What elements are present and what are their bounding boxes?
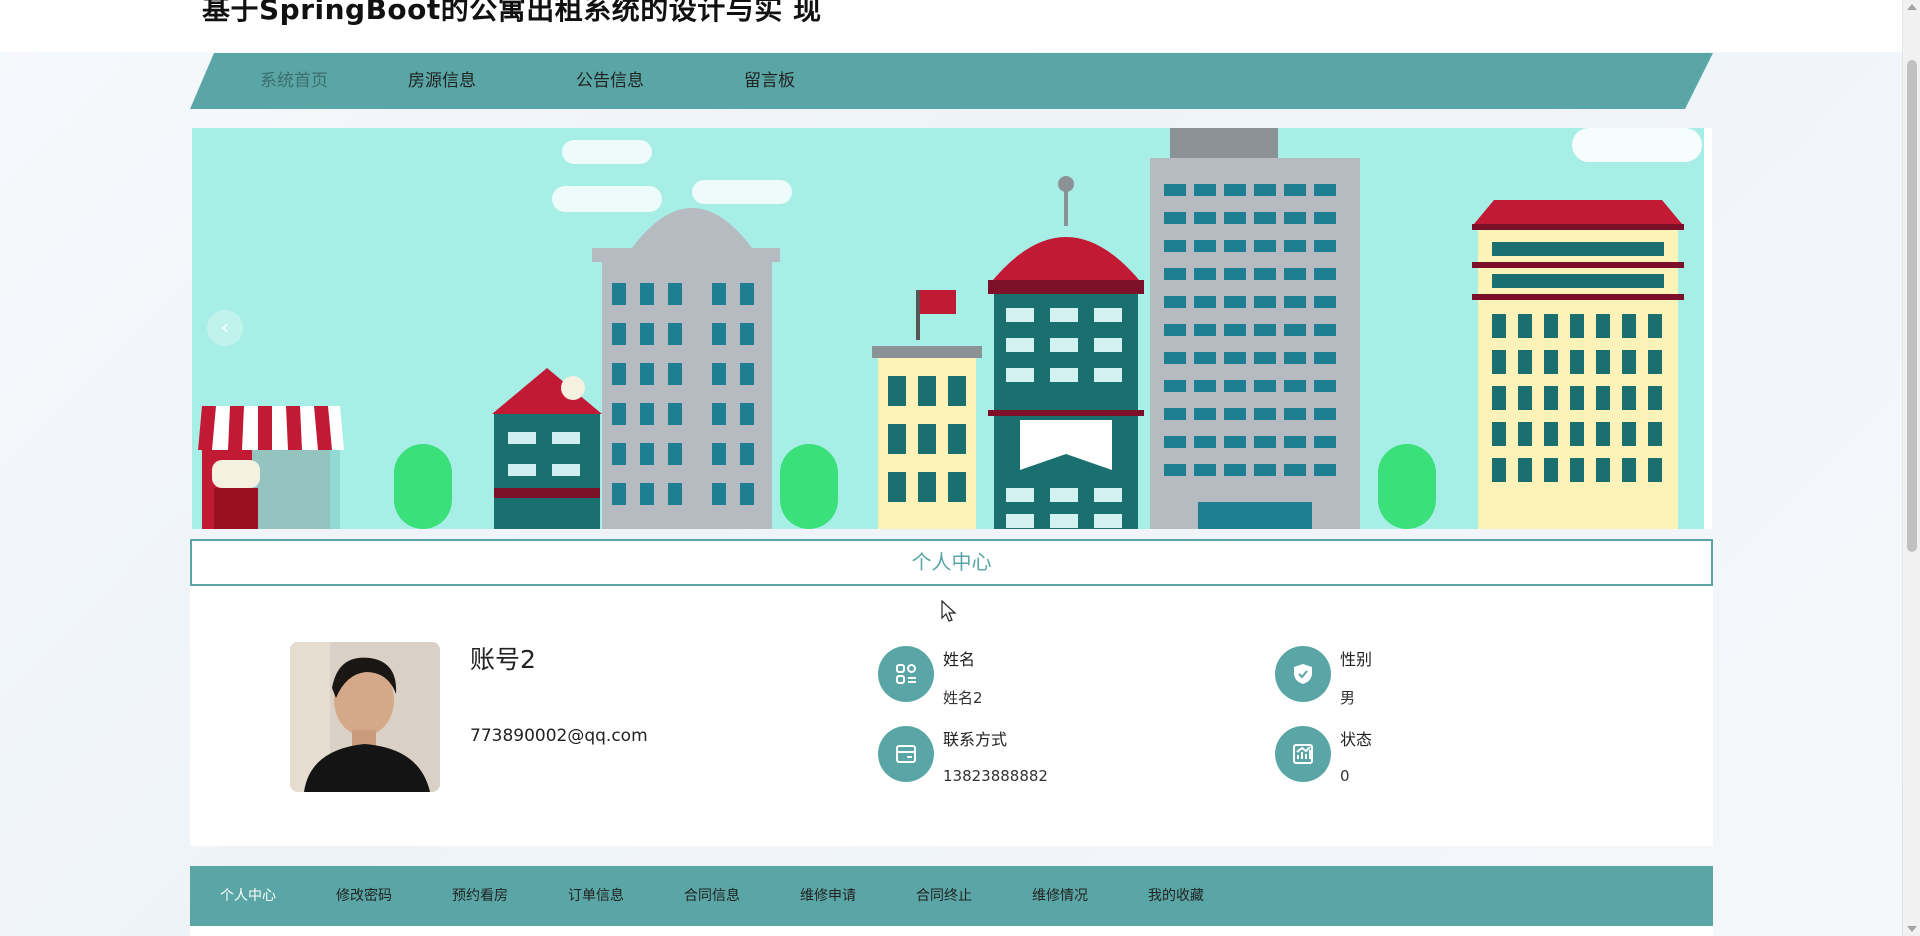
site-title: 基于SpringBoot的公寓出租系统的设计与实 现	[202, 0, 822, 26]
main-nav: 系统首页 房源信息 公告信息 留言板	[190, 53, 1713, 109]
banner-carousel[interactable]	[192, 128, 1712, 529]
phone-label: 联系方式	[943, 730, 1008, 749]
nav-item-announcements[interactable]: 公告信息	[576, 53, 644, 109]
top-header: 基于SpringBoot的公寓出租系统的设计与实 现	[0, 0, 1902, 52]
subnav-item-orders[interactable]: 订单信息	[568, 866, 624, 926]
subnav-item-favorites[interactable]: 我的收藏	[1148, 866, 1204, 926]
scroll-thumb[interactable]	[1907, 60, 1917, 552]
chart-icon	[1275, 726, 1331, 782]
name-label: 姓名	[943, 650, 976, 669]
wallet-icon	[878, 726, 934, 782]
apps-icon	[878, 646, 934, 702]
user-center-nav: 个人中心 修改密码 预约看房 订单信息 合同信息 维修申请 合同终止 维修情况 …	[190, 866, 1713, 926]
gender-value: 男	[1340, 689, 1356, 707]
subnav-item-change-password[interactable]: 修改密码	[336, 866, 392, 926]
avatar-image	[290, 642, 440, 792]
profile-panel: 账号2 773890002@qq.com 姓名 姓名2 性别 男 联系方式 13…	[190, 586, 1713, 846]
nav-item-message-board[interactable]: 留言板	[744, 53, 795, 109]
subnav-item-contracts[interactable]: 合同信息	[684, 866, 740, 926]
page-scrollbar[interactable]	[1902, 0, 1920, 936]
shield-icon	[1275, 646, 1331, 702]
scroll-down-icon[interactable]	[1907, 926, 1917, 932]
city-illustration	[198, 128, 1702, 529]
subnav-item-repair-request[interactable]: 维修申请	[800, 866, 856, 926]
name-value: 姓名2	[943, 689, 983, 707]
account-email: 773890002@qq.com	[470, 726, 648, 746]
subnav-item-viewing-booking[interactable]: 预约看房	[452, 866, 508, 926]
status-label: 状态	[1340, 730, 1373, 749]
subnav-item-profile[interactable]: 个人中心	[220, 866, 276, 926]
nav-item-listings[interactable]: 房源信息	[408, 53, 476, 109]
mouse-cursor-icon	[941, 600, 957, 622]
avatar	[290, 642, 440, 792]
content-area	[190, 926, 1713, 936]
nav-item-home[interactable]: 系统首页	[260, 53, 328, 109]
scroll-up-icon[interactable]	[1907, 4, 1917, 10]
gender-label: 性别	[1340, 650, 1373, 669]
subnav-item-contract-termination[interactable]: 合同终止	[916, 866, 972, 926]
status-value: 0	[1340, 767, 1350, 785]
account-name: 账号2	[470, 645, 536, 674]
subnav-item-repair-status[interactable]: 维修情况	[1032, 866, 1088, 926]
carousel-prev-button[interactable]: ‹	[207, 310, 243, 346]
phone-value: 13823888882	[943, 767, 1048, 785]
section-title: 个人中心	[190, 539, 1713, 586]
